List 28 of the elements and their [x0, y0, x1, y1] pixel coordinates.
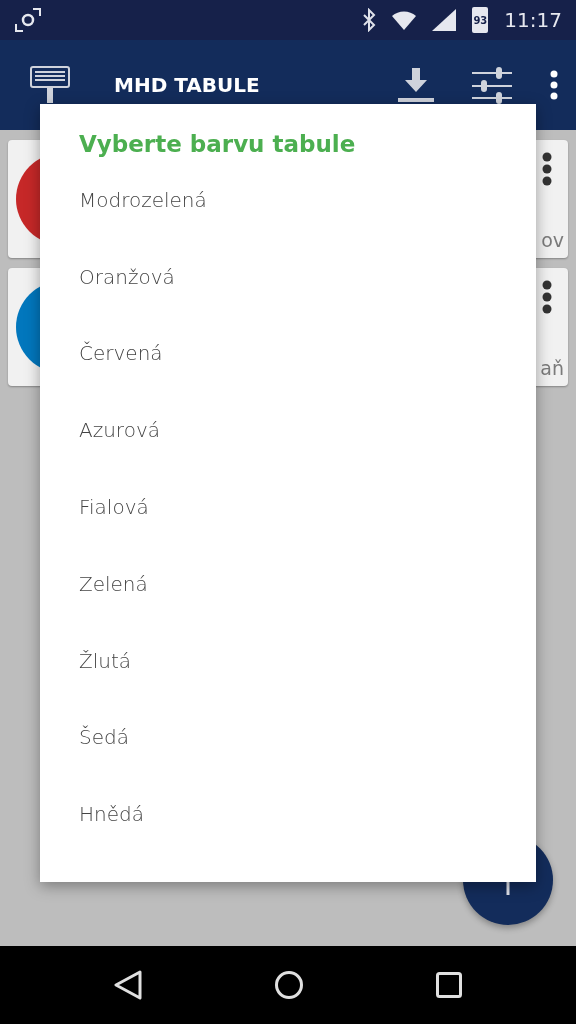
- board-icon[interactable]: [30, 66, 70, 104]
- battery-icon: 93: [472, 7, 489, 33]
- color-option[interactable]: Hnědá: [79, 802, 144, 827]
- color-option[interactable]: Červená: [79, 341, 163, 366]
- color-option[interactable]: Zelená: [79, 571, 148, 596]
- dialog-title: Vyberte barvu tabule: [79, 130, 357, 159]
- more-icon[interactable]: [542, 152, 552, 186]
- card-text: ov: [541, 231, 564, 250]
- wifi-icon: [392, 10, 417, 30]
- recents-icon[interactable]: [436, 972, 462, 998]
- screen-rotation-icon: [14, 7, 42, 33]
- color-option[interactable]: Žlutá: [79, 648, 132, 673]
- clock: 11:17: [504, 7, 562, 34]
- more-icon[interactable]: [542, 280, 552, 314]
- signal-icon: [432, 9, 457, 31]
- home-icon[interactable]: [274, 970, 304, 1000]
- color-option[interactable]: Fialová: [79, 495, 149, 520]
- bluetooth-icon: [362, 8, 377, 32]
- more-icon[interactable]: [550, 70, 558, 100]
- color-option[interactable]: Azurová: [79, 418, 160, 443]
- card-text: aň: [540, 359, 564, 378]
- color-option[interactable]: Šedá: [79, 725, 129, 750]
- app-title: MHD TABULE: [114, 72, 260, 99]
- color-option[interactable]: Modrozelená: [79, 187, 207, 212]
- sliders-icon[interactable]: [472, 66, 512, 104]
- back-icon[interactable]: [114, 970, 142, 1000]
- download-icon[interactable]: [398, 68, 434, 102]
- color-option[interactable]: Oranžová: [79, 264, 175, 289]
